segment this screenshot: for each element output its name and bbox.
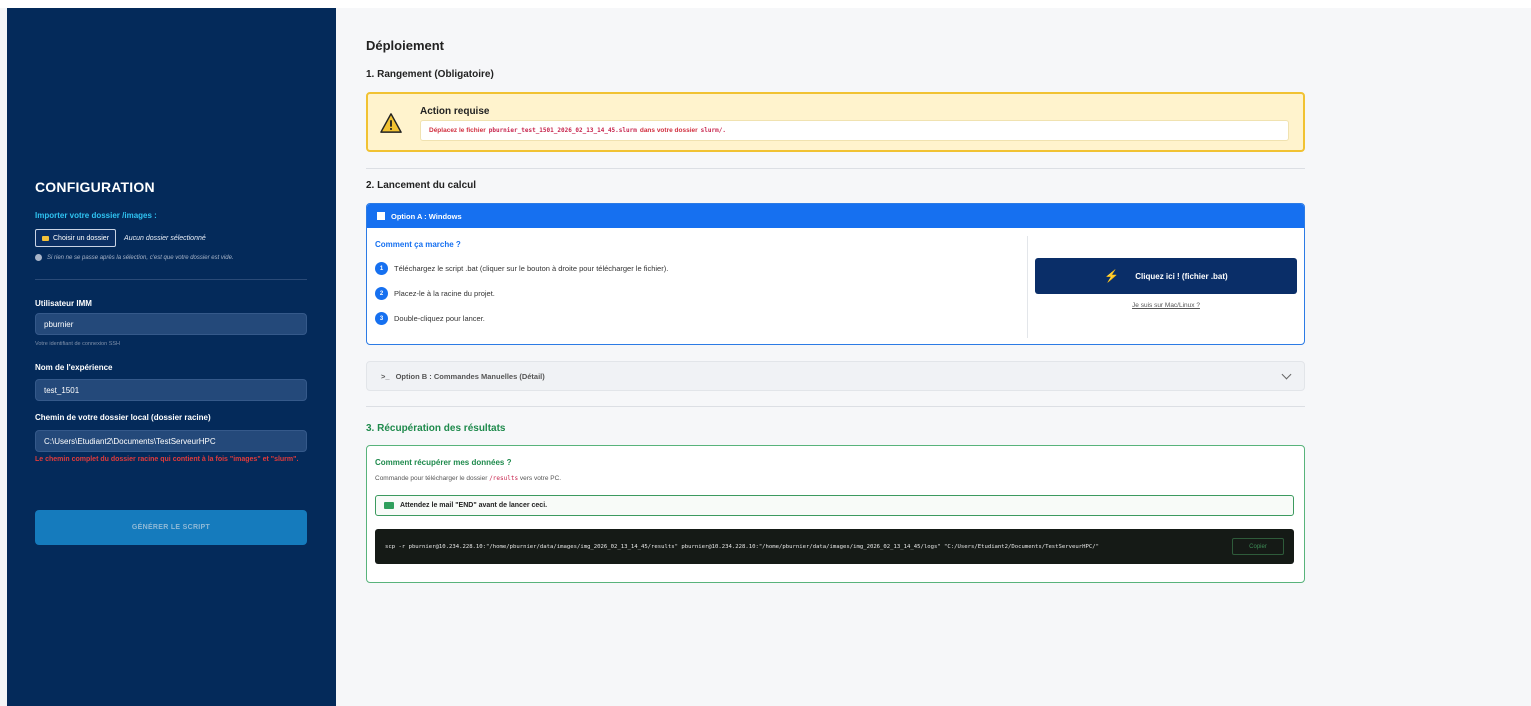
page-title: Déploiement <box>366 38 445 53</box>
results-description: Commande pour télécharger le dossier /re… <box>375 475 561 482</box>
folder-status: Aucun dossier sélectionné <box>124 234 206 242</box>
step-text: Double-cliquez pour lancer. <box>394 314 485 323</box>
wait-mail-text: Attendez le mail "END" avant de lancer c… <box>400 502 548 509</box>
lightning-icon: ⚡ <box>1104 269 1120 283</box>
step-number: 2 <box>375 287 388 300</box>
option-a-header: Option A : Windows <box>367 204 1304 228</box>
scp-command-block: scp -r pburnier@10.234.228.10:"/home/pbu… <box>375 529 1294 564</box>
option-b-title: Option B : Commandes Manuelles (Détail) <box>395 371 545 381</box>
wait-mail-alert: Attendez le mail "END" avant de lancer c… <box>375 495 1294 516</box>
action-required-alert: Action requise Déplacez le fichier pburn… <box>366 92 1305 152</box>
section-lancement-title: 2. Lancement du calcul <box>366 180 477 191</box>
mac-linux-link[interactable]: Je suis sur Mac/Linux ? <box>1035 302 1297 309</box>
warning-icon <box>380 113 402 133</box>
step-text: Téléchargez le script .bat (cliquer sur … <box>394 264 669 273</box>
experience-input[interactable]: test_1501 <box>35 379 307 401</box>
experience-label: Nom de l'expérience <box>35 363 113 372</box>
slurm-folder: slurm/. <box>700 127 726 134</box>
app-window: CONFIGURATION Importer votre dossier /im… <box>0 0 1531 706</box>
sidebar-divider <box>35 279 307 280</box>
results-panel: Comment récupérer mes données ? Commande… <box>366 445 1305 583</box>
results-sub-suffix: vers votre PC. <box>519 475 562 482</box>
windows-icon <box>377 212 385 220</box>
envelope-icon <box>384 502 394 509</box>
slurm-filename: pburnier_test_1501_2026_02_13_14_45.slur… <box>488 127 637 134</box>
chevron-down-icon <box>1281 369 1292 379</box>
alert-title: Action requise <box>420 106 490 117</box>
main-content: Déploiement 1. Rangement (Obligatoire) A… <box>336 8 1531 706</box>
sidebar-configuration: CONFIGURATION Importer votre dossier /im… <box>7 8 336 706</box>
section-rangement-title: 1. Rangement (Obligatoire) <box>366 69 494 80</box>
step-1: 1 Téléchargez le script .bat (cliquer su… <box>375 262 668 275</box>
step-number: 1 <box>375 262 388 275</box>
section-divider-1 <box>366 168 1305 169</box>
option-a-panel: Option A : Windows Comment ça marche ? 1… <box>366 203 1305 345</box>
configuration-title: CONFIGURATION <box>35 179 155 195</box>
user-help: Votre identifiant de connexion SSH <box>35 341 121 347</box>
results-sub-prefix: Commande pour télécharger le dossier <box>375 475 488 482</box>
section-divider-2 <box>366 406 1305 407</box>
step-2: 2 Placez-le à la racine du projet. <box>375 287 495 300</box>
alert-message-prefix: Déplacez le fichier <box>429 127 486 134</box>
section-recuperation-title: 3. Récupération des résultats <box>366 423 506 434</box>
scp-command-text[interactable]: scp -r pburnier@10.234.228.10:"/home/pbu… <box>385 544 1232 550</box>
user-label: Utilisateur IMM <box>35 299 92 308</box>
step-3: 3 Double-cliquez pour lancer. <box>375 312 485 325</box>
results-title: Comment récupérer mes données ? <box>375 458 512 467</box>
user-input[interactable]: pburnier <box>35 313 307 335</box>
info-icon <box>35 254 42 261</box>
terminal-icon: >_ <box>381 371 390 381</box>
download-bat-label: Cliquez ici ! (fichier .bat) <box>1135 271 1228 281</box>
empty-folder-hint: Si rien ne se passe après la sélection, … <box>35 254 234 261</box>
local-path-error: Le chemin complet du dossier racine qui … <box>35 456 299 463</box>
how-it-works-title: Comment ça marche ? <box>375 240 461 249</box>
option-b-label: >_ Option B : Commandes Manuelles (Détai… <box>381 372 545 381</box>
generate-script-button[interactable]: GÉNÉRER LE SCRIPT <box>35 510 307 545</box>
local-path-label: Chemin de votre dossier local (dossier r… <box>35 413 211 422</box>
option-a-title: Option A : Windows <box>391 211 462 221</box>
download-bat-button[interactable]: ⚡ Cliquez ici ! (fichier .bat) <box>1035 258 1297 294</box>
step-text: Placez-le à la racine du projet. <box>394 289 495 298</box>
results-folder-code: /results <box>489 475 519 482</box>
option-a-divider <box>1027 236 1028 338</box>
folder-picker: Choisir un dossier Aucun dossier sélecti… <box>35 229 206 247</box>
folder-icon <box>42 235 49 241</box>
top-strip <box>0 0 1531 8</box>
option-b-accordion[interactable]: >_ Option B : Commandes Manuelles (Détai… <box>366 361 1305 391</box>
import-images-label: Importer votre dossier /images : <box>35 211 157 220</box>
step-number: 3 <box>375 312 388 325</box>
copy-button[interactable]: Copier <box>1232 538 1284 555</box>
hint-text: Si rien ne se passe après la sélection, … <box>47 254 234 261</box>
alert-message-middle: dans votre dossier <box>639 127 698 134</box>
choose-folder-button[interactable]: Choisir un dossier <box>35 229 117 247</box>
alert-message-box: Déplacez le fichier pburnier_test_1501_2… <box>420 120 1289 141</box>
choose-folder-label: Choisir un dossier <box>53 234 110 242</box>
local-path-input[interactable]: C:\Users\Etudiant2\Documents\TestServeur… <box>35 430 307 452</box>
